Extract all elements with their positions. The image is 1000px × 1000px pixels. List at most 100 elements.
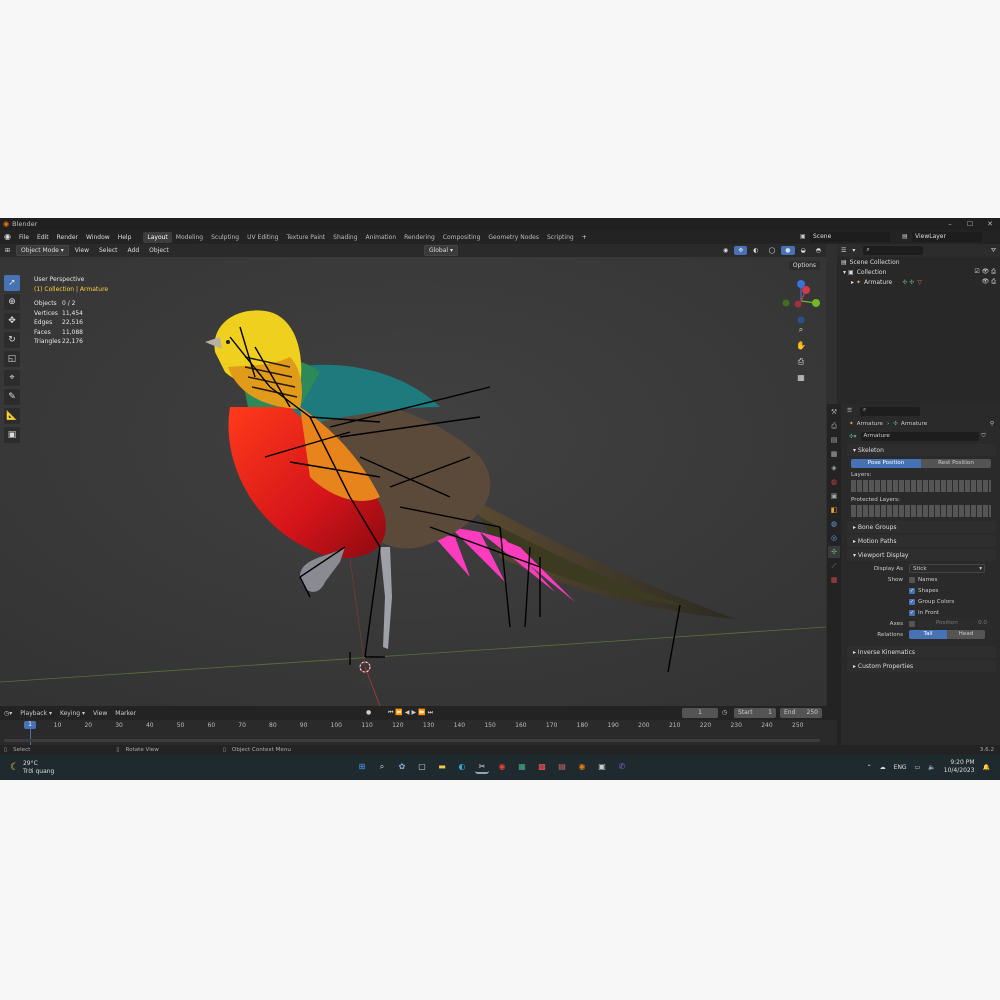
tab-modeling[interactable]: Modeling: [172, 232, 207, 243]
menu-view[interactable]: View: [71, 246, 93, 255]
tray-chevron-up-icon[interactable]: ⌃: [867, 764, 872, 771]
protected-layers-grid[interactable]: [843, 505, 1000, 519]
bone-tab-icon[interactable]: ⟋: [828, 560, 840, 572]
tab-compositing[interactable]: Compositing: [439, 232, 485, 243]
menu-view[interactable]: View: [93, 710, 107, 717]
menu-select[interactable]: Select: [95, 246, 122, 255]
menu-keying[interactable]: Keying ▾: [60, 710, 85, 717]
panel-motion-paths[interactable]: ▸ Motion Paths: [847, 535, 996, 547]
display-mode-icon[interactable]: ▾: [852, 247, 855, 254]
gizmo-toggle-icon[interactable]: ✥: [734, 246, 748, 255]
tab-sculpting[interactable]: Sculpting: [207, 232, 243, 243]
output-tab-icon[interactable]: ▤: [828, 434, 840, 446]
layers-grid[interactable]: [843, 480, 1000, 494]
start-frame-field[interactable]: Start 1: [734, 708, 776, 718]
axis-gizmo[interactable]: [776, 276, 826, 326]
menu-help[interactable]: Help: [114, 234, 136, 241]
weather-moon-icon[interactable]: ☾: [10, 762, 19, 773]
datablock-icon[interactable]: ✣▾: [849, 434, 857, 440]
tab-rendering[interactable]: Rendering: [400, 232, 439, 243]
tab-shading[interactable]: Shading: [329, 232, 361, 243]
task-view-icon[interactable]: ▢: [415, 760, 429, 774]
menu-window[interactable]: Window: [82, 234, 114, 241]
render-tab-icon[interactable]: ⎙: [828, 420, 840, 432]
world-tab-icon[interactable]: ◍: [828, 476, 840, 488]
onedrive-cloud-icon[interactable]: ☁: [880, 764, 886, 771]
modifiers-tab-icon[interactable]: ◍: [828, 518, 840, 530]
tab-animation[interactable]: Animation: [362, 232, 401, 243]
tab-scripting[interactable]: Scripting: [543, 232, 578, 243]
viber-icon[interactable]: ✆: [615, 760, 629, 774]
editor-type-icon[interactable]: ⊞: [1, 246, 14, 255]
menu-add[interactable]: Add: [124, 246, 144, 255]
menu-object[interactable]: Object: [145, 246, 173, 255]
tab-geometry-nodes[interactable]: Geometry Nodes: [484, 232, 543, 243]
relations-tail-button[interactable]: Tail: [909, 630, 947, 639]
filter-icon[interactable]: ⛛: [991, 247, 996, 255]
widgets-icon[interactable]: ✿: [395, 760, 409, 774]
menu-file[interactable]: File: [15, 234, 33, 241]
search-icon[interactable]: ⌕: [375, 760, 389, 774]
visibility-icon[interactable]: ◉: [719, 246, 732, 255]
collection-tab-icon[interactable]: ▣: [828, 490, 840, 502]
in-front-checkbox[interactable]: ✓: [909, 609, 915, 616]
measure-tool-icon[interactable]: 📐: [4, 408, 20, 424]
blender-taskbar-icon[interactable]: ◉: [575, 760, 589, 774]
3d-viewport[interactable]: ➚ ⊕ ✥ ↻ ◱ ⌖ ✎ 📐 ▣ User Perspective (1) C…: [0, 257, 826, 706]
zoom-icon[interactable]: ⌕: [795, 324, 807, 336]
outliner-editor-icon[interactable]: ☰: [841, 247, 846, 254]
network-icon[interactable]: ▭: [915, 764, 921, 771]
outliner-item-armature[interactable]: ▸ ✦ Armature ✣ ✣ ▽ 👁 ⎙: [837, 277, 1000, 287]
group-colors-checkbox[interactable]: ✓: [909, 598, 915, 605]
volume-icon[interactable]: 🔈: [928, 764, 935, 771]
scene-tab-icon[interactable]: ◈: [828, 462, 840, 474]
notification-bell-icon[interactable]: 🔔: [983, 764, 990, 771]
view-layer-tab-icon[interactable]: ▦: [828, 448, 840, 460]
outliner-search-input[interactable]: ⌕: [863, 246, 924, 255]
end-frame-field[interactable]: End 250: [780, 708, 822, 718]
view-layer-field[interactable]: ViewLayer: [912, 232, 982, 242]
playback-controls[interactable]: ⏮⏪◀▶⏩⏭: [388, 709, 435, 717]
current-frame-field[interactable]: 1: [682, 708, 718, 718]
transform-orientation-dropdown[interactable]: Global ▾: [423, 245, 458, 256]
grid-view-icon[interactable]: ▦: [795, 372, 807, 384]
pin-icon[interactable]: ⚲: [990, 421, 994, 427]
edge-browser-icon[interactable]: ◐: [455, 760, 469, 774]
add-cube-tool-icon[interactable]: ▣: [4, 427, 20, 443]
select-tool-icon[interactable]: ➚: [4, 275, 20, 291]
props-search-input[interactable]: ⌕: [860, 406, 921, 416]
cursor-tool-icon[interactable]: ⊕: [4, 294, 20, 310]
panel-bone-groups[interactable]: ▸ Bone Groups: [847, 521, 996, 533]
display-as-dropdown[interactable]: Stick ▾: [909, 564, 985, 573]
options-dropdown[interactable]: Options: [788, 261, 820, 270]
pose-position-button[interactable]: Pose Position: [851, 459, 921, 468]
tab-uv-editing[interactable]: UV Editing: [243, 232, 282, 243]
shading-solid-icon[interactable]: ●: [781, 246, 795, 255]
tab-layout[interactable]: Layout: [143, 231, 172, 243]
timeline-track[interactable]: 1102030405060708090100110120130140150160…: [0, 720, 837, 745]
add-workspace-button[interactable]: +: [578, 234, 591, 241]
fake-user-icon[interactable]: ⛉: [982, 433, 986, 440]
record-icon[interactable]: ●: [366, 709, 371, 716]
move-tool-icon[interactable]: ✥: [4, 313, 20, 329]
app-window-icon[interactable]: ▣: [595, 760, 609, 774]
menu-marker[interactable]: Marker: [115, 710, 136, 717]
camera-view-icon[interactable]: ⎙: [795, 356, 807, 368]
chrome-icon[interactable]: ◉: [495, 760, 509, 774]
frame-ruler[interactable]: 1102030405060708090100110120130140150160…: [0, 720, 837, 730]
office-icon[interactable]: ▤: [555, 760, 569, 774]
transform-tool-icon[interactable]: ⌖: [4, 370, 20, 386]
minimize-button[interactable]: –: [940, 218, 960, 230]
visibility-icon[interactable]: 👁 ⎙: [982, 278, 996, 286]
app-icon[interactable]: ▩: [535, 760, 549, 774]
shading-wireframe-icon[interactable]: ◯: [765, 246, 780, 255]
shading-material-icon[interactable]: ◒: [797, 246, 810, 255]
names-checkbox[interactable]: [909, 576, 915, 583]
props-editor-icon[interactable]: ☰: [847, 408, 852, 414]
armature-data-tab-icon[interactable]: ✣: [828, 546, 840, 558]
axes-checkbox[interactable]: [909, 620, 915, 627]
timeline-scrollbar[interactable]: [4, 739, 820, 742]
store-icon[interactable]: ▦: [515, 760, 529, 774]
windows-start-icon[interactable]: ⊞: [355, 760, 369, 774]
panel-skeleton[interactable]: ▾ Skeleton: [847, 444, 996, 456]
